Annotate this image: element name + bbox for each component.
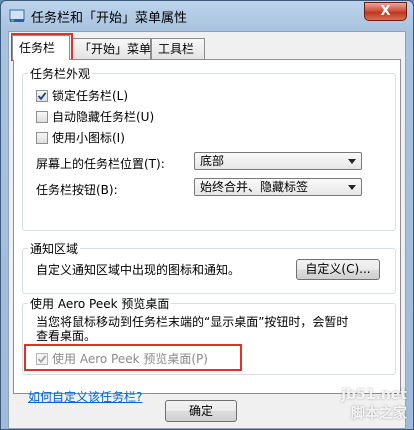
taskbar-location-select[interactable]: 底部 bbox=[194, 152, 362, 170]
aero-peek-description-line2: 查看桌面。 bbox=[36, 329, 97, 343]
notification-description: 自定义通知区域中出现的图标和通知。 bbox=[36, 263, 241, 277]
notification-group-title: 通知区域 bbox=[28, 240, 81, 257]
appearance-group-title: 任务栏外观 bbox=[28, 65, 93, 82]
dialog-body: 任务栏 「开始」菜单 工具栏 任务栏外观 锁定任务栏(L) 自动隐藏任务栏(U)… bbox=[8, 31, 406, 429]
taskbar-location-label: 屏幕上的任务栏位置(T): bbox=[36, 157, 165, 171]
customize-button[interactable]: 自定义(C)... bbox=[296, 259, 380, 280]
taskbar-properties-window: 任务栏和「开始」菜单属性 X 任务栏 「开始」菜单 工具栏 任务栏外观 锁定任务… bbox=[0, 0, 414, 430]
aero-peek-checkbox[interactable] bbox=[36, 353, 48, 365]
taskbar-location-value: 底部 bbox=[200, 154, 225, 168]
taskbar-buttons-label: 任务栏按钮(B): bbox=[36, 183, 118, 197]
checkmark-icon bbox=[37, 92, 47, 101]
watermark-site: jb51.net bbox=[341, 387, 407, 403]
checkmark-icon bbox=[37, 355, 47, 364]
tab-taskbar-label: 任务栏 bbox=[19, 41, 56, 55]
aero-peek-label: 使用 Aero Peek 预览桌面(P) bbox=[52, 352, 208, 366]
customize-button-label: 自定义(C)... bbox=[305, 262, 371, 276]
small-icons-option[interactable]: 使用小图标(I) bbox=[36, 129, 125, 146]
taskbar-buttons-select[interactable]: 始终合并、隐藏标签 bbox=[194, 178, 362, 196]
title-bar[interactable]: 任务栏和「开始」菜单属性 X bbox=[1, 1, 413, 31]
tab-start-menu-label: 「开始」菜单 bbox=[79, 42, 152, 56]
lock-taskbar-checkbox[interactable] bbox=[36, 90, 48, 102]
aero-peek-option[interactable]: 使用 Aero Peek 预览桌面(P) bbox=[36, 350, 208, 367]
auto-hide-label: 自动隐藏任务栏(U) bbox=[52, 110, 155, 124]
aero-peek-group-title: 使用 Aero Peek 预览桌面 bbox=[28, 295, 172, 312]
auto-hide-option[interactable]: 自动隐藏任务栏(U) bbox=[36, 108, 154, 125]
ok-button[interactable]: 确定 bbox=[165, 400, 237, 422]
site-watermark: jb51.net 脚本之家 bbox=[341, 387, 407, 423]
close-icon: X bbox=[380, 4, 391, 19]
lock-taskbar-option[interactable]: 锁定任务栏(L) bbox=[36, 87, 128, 104]
help-link[interactable]: 如何自定义该任务栏? bbox=[28, 388, 142, 405]
tab-panel-taskbar: 任务栏外观 锁定任务栏(L) 自动隐藏任务栏(U) 使用小图标(I) 屏幕上的任… bbox=[13, 59, 401, 404]
chevron-down-icon bbox=[348, 185, 356, 190]
tab-start-menu[interactable]: 「开始」菜单 bbox=[72, 38, 151, 59]
chevron-down-icon bbox=[348, 159, 356, 164]
small-icons-label: 使用小图标(I) bbox=[52, 131, 125, 145]
taskbar-buttons-value: 始终合并、隐藏标签 bbox=[200, 180, 309, 194]
ok-button-label: 确定 bbox=[188, 404, 213, 418]
small-icons-checkbox[interactable] bbox=[36, 132, 48, 144]
tab-toolbars[interactable]: 工具栏 bbox=[151, 38, 205, 59]
watermark-brand: 脚本之家 bbox=[351, 406, 407, 422]
lock-taskbar-label: 锁定任务栏(L) bbox=[52, 89, 129, 103]
window-title: 任务栏和「开始」菜单属性 bbox=[31, 11, 188, 26]
taskbar-properties-icon bbox=[9, 8, 25, 24]
auto-hide-checkbox[interactable] bbox=[36, 111, 48, 123]
tab-taskbar[interactable]: 任务栏 bbox=[12, 35, 70, 60]
close-button[interactable]: X bbox=[364, 2, 407, 21]
tab-toolbars-label: 工具栏 bbox=[158, 42, 195, 56]
